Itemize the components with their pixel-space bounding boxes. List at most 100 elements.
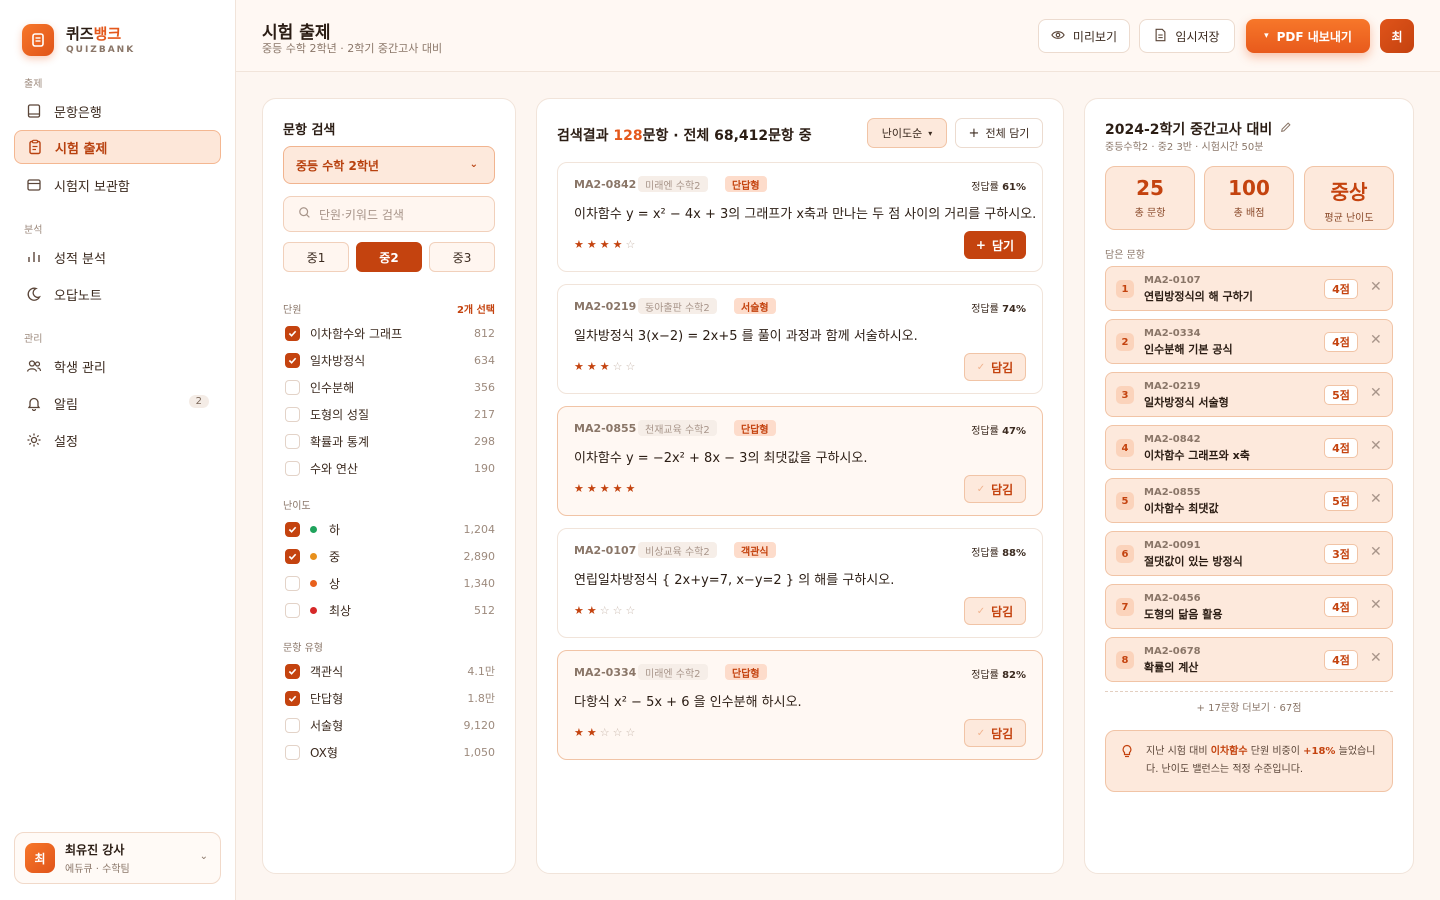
sidebar-item-exam-archive[interactable]: 시험지 보관함 — [14, 168, 221, 202]
picked-score[interactable]: 5점 — [1324, 385, 1358, 405]
filter-option[interactable]: 객관식 4.1만 — [285, 662, 495, 680]
checkbox[interactable] — [285, 325, 300, 341]
picked-score[interactable]: 4점 — [1324, 597, 1358, 617]
sidebar-item-question-bank[interactable]: 문항은행 — [14, 94, 221, 128]
filter-option[interactable]: 최상 512 — [285, 601, 495, 619]
checkbox[interactable] — [285, 690, 300, 706]
question-card[interactable]: MA2-0219 동아출판 수학2 서술형 정답률 74% 일차방정식 3(x−2) =… — [557, 284, 1043, 394]
checkbox[interactable] — [285, 406, 300, 422]
close-icon[interactable]: ✕ — [1370, 332, 1382, 348]
filter-option-count: 298 — [474, 434, 495, 448]
question-card[interactable]: MA2-0855 천재교육 수학2 단답형 정답률 47% 이차함수 y = −2x² … — [557, 406, 1043, 516]
checkbox[interactable] — [285, 575, 300, 591]
add-all-button[interactable]: + 전체 담기 — [955, 118, 1043, 148]
filter-option[interactable]: 중 2,890 — [285, 547, 495, 565]
filter-option[interactable]: 이차함수와 그래프 812 — [285, 324, 495, 342]
brand[interactable]: 퀴즈뱅크 QUIZBANK — [22, 24, 135, 56]
question-card[interactable]: MA2-0842 미래엔 수학2 단답형 정답률 61% 이차함수 y = x² − 4… — [557, 162, 1043, 272]
pencil-icon[interactable] — [1280, 121, 1292, 137]
checkbox[interactable] — [285, 352, 300, 368]
grade-tab-1[interactable]: 중1 — [283, 242, 349, 272]
question-code: MA2-0855 — [574, 422, 637, 435]
picked-question-item[interactable]: 5 MA2-0855 이차함수 최댓값 5점 ✕ — [1105, 478, 1393, 523]
show-more-link[interactable]: + 17문항 더보기 · 67점 — [1105, 699, 1393, 714]
checkbox[interactable] — [285, 663, 300, 679]
picked-score[interactable]: 4점 — [1324, 332, 1358, 352]
close-icon[interactable]: ✕ — [1370, 491, 1382, 507]
sidebar-item-wrong-notes[interactable]: 오답노트 — [14, 277, 221, 311]
book-icon — [26, 103, 42, 119]
filter-option-count: 1,050 — [463, 745, 496, 759]
picked-question-item[interactable]: 7 MA2-0456 도형의 닮음 활용 4점 ✕ — [1105, 584, 1393, 629]
sidebar-item-label: 성적 분석 — [54, 251, 106, 267]
close-icon[interactable]: ✕ — [1370, 650, 1382, 666]
save-draft-button[interactable]: 임시저장 — [1139, 19, 1235, 53]
filter-option[interactable]: 단답형 1.8만 — [285, 689, 495, 707]
export-pdf-button[interactable]: ▾ PDF 내보내기 — [1246, 19, 1370, 53]
filter-option[interactable]: 서술형 9,120 — [285, 716, 495, 734]
filter-option[interactable]: 상 1,340 — [285, 574, 495, 592]
exam-title[interactable]: 2024-2학기 중간고사 대비 — [1105, 119, 1292, 139]
picked-question-item[interactable]: 6 MA2-0091 절댓값이 있는 방정식 3점 ✕ — [1105, 531, 1393, 576]
checkbox[interactable] — [285, 460, 300, 476]
filter-option[interactable]: OX형 1,050 — [285, 743, 495, 761]
checkbox[interactable] — [285, 433, 300, 449]
filter-option[interactable]: 수와 연산 190 — [285, 459, 495, 477]
question-card[interactable]: MA2-0107 비상교육 수학2 객관식 정답률 88% 연립일차방정식 { 2x+y… — [557, 528, 1043, 638]
grade-tab-2[interactable]: 중2 — [356, 242, 422, 272]
preview-button[interactable]: 미리보기 — [1038, 19, 1130, 53]
close-icon[interactable]: ✕ — [1370, 544, 1382, 560]
sidebar-item-label: 학생 관리 — [54, 360, 106, 376]
picked-question-item[interactable]: 4 MA2-0842 이차함수 그래프와 x축 4점 ✕ — [1105, 425, 1393, 470]
checkbox[interactable] — [285, 379, 300, 395]
picked-question-item[interactable]: 1 MA2-0107 연립방정식의 해 구하기 4점 ✕ — [1105, 266, 1393, 311]
picked-score[interactable]: 3점 — [1324, 544, 1358, 564]
close-icon[interactable]: ✕ — [1370, 385, 1382, 401]
question-type-badge: 서술형 — [734, 298, 776, 314]
filter-option[interactable]: 하 1,204 — [285, 520, 495, 538]
picked-code: MA2-0855 — [1144, 487, 1201, 498]
user-profile-card[interactable]: 최 최유진 강사 에듀큐 · 수학팀 ⌄ — [14, 832, 221, 884]
added-button[interactable]: ✓ 담김 — [964, 475, 1026, 503]
question-card[interactable]: MA2-0334 미래엔 수학2 단답형 정답률 82% 다항식 x² − 5x + 6… — [557, 650, 1043, 760]
picked-score[interactable]: 4점 — [1324, 279, 1358, 299]
chevron-down-icon: ⌄ — [199, 851, 208, 862]
filter-option-count: 217 — [474, 407, 495, 421]
picked-score[interactable]: 4점 — [1324, 438, 1358, 458]
filter-option[interactable]: 인수분해 356 — [285, 378, 495, 396]
header-avatar[interactable]: 최 — [1380, 19, 1414, 53]
picked-question-item[interactable]: 8 MA2-0678 확률의 계산 4점 ✕ — [1105, 637, 1393, 682]
added-button[interactable]: ✓ 담김 — [964, 719, 1026, 747]
sidebar-item-create-exam[interactable]: 시험 출제 — [14, 130, 221, 164]
filter-option[interactable]: 확률과 통계 298 — [285, 432, 495, 450]
picked-score[interactable]: 4점 — [1324, 650, 1358, 670]
section-label-analysis: 분석 — [24, 225, 43, 236]
checkbox[interactable] — [285, 717, 300, 733]
checkbox[interactable] — [285, 602, 300, 618]
sidebar-item-score-analysis[interactable]: 성적 분석 — [14, 240, 221, 274]
added-button[interactable]: ✓ 담김 — [964, 597, 1026, 625]
search-input[interactable]: 단원·키워드 검색 — [283, 196, 495, 232]
close-icon[interactable]: ✕ — [1370, 279, 1382, 295]
picked-score[interactable]: 5점 — [1324, 491, 1358, 511]
grade-select[interactable]: 중등 수학 2학년 ⌄ — [283, 146, 495, 184]
picked-name: 도형의 닮음 활용 — [1144, 608, 1223, 621]
results-summary: 검색결과 128문항 · 전체 68,412문항 중 — [557, 128, 812, 144]
close-icon[interactable]: ✕ — [1370, 438, 1382, 454]
picked-question-item[interactable]: 3 MA2-0219 일차방정식 서술형 5점 ✕ — [1105, 372, 1393, 417]
picked-question-item[interactable]: 2 MA2-0334 인수분해 기본 공식 4점 ✕ — [1105, 319, 1393, 364]
add-question-button[interactable]: + 담기 — [964, 231, 1026, 259]
sidebar-item-notifications[interactable]: 알림 2 — [14, 386, 221, 420]
sort-select[interactable]: 난이도순 ▾ — [867, 118, 947, 148]
close-icon[interactable]: ✕ — [1370, 597, 1382, 613]
sidebar-item-label: 알림 — [54, 397, 78, 413]
checkbox[interactable] — [285, 548, 300, 564]
sidebar-item-settings[interactable]: 설정 — [14, 423, 221, 457]
sidebar-item-students[interactable]: 학생 관리 — [14, 349, 221, 383]
checkbox[interactable] — [285, 521, 300, 537]
grade-tab-3[interactable]: 중3 — [429, 242, 495, 272]
filter-option[interactable]: 일차방정식 634 — [285, 351, 495, 369]
added-button[interactable]: ✓ 담김 — [964, 353, 1026, 381]
filter-option[interactable]: 도형의 성질 217 — [285, 405, 495, 423]
checkbox[interactable] — [285, 744, 300, 760]
